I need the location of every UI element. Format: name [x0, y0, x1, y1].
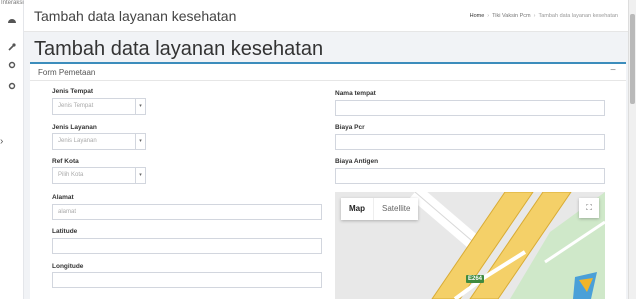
jenis-layanan-label: Jenis Layanan	[52, 124, 97, 131]
jenis-layanan-select[interactable]: Jenis Layanan	[52, 133, 136, 150]
scrollbar[interactable]	[628, 0, 636, 299]
biaya-pcr-input[interactable]	[335, 134, 605, 150]
breadcrumb-home[interactable]: Home	[470, 13, 485, 19]
arrow-icon[interactable]: ›	[0, 136, 3, 147]
ref-kota-label: Ref Kota	[52, 158, 79, 165]
breadcrumb: Home › Tiki Vaksin Pcm › Tambah data layanan…	[470, 13, 618, 19]
satellite-button[interactable]: Satellite	[373, 198, 418, 220]
panel-title: Form Pemetaan	[38, 68, 96, 77]
collapse-button[interactable]: −	[610, 65, 616, 76]
sidebar: Interaksi	[0, 0, 24, 299]
jenis-tempat-label: Jenis Tempat	[52, 88, 94, 95]
biaya-pcr-label: Biaya Pcr	[335, 124, 365, 131]
circle-icon[interactable]	[7, 60, 17, 70]
panel-header: Form Pemetaan −	[30, 64, 626, 81]
top-bar: Tambah data layanan kesehatan Home › Tiki …	[24, 0, 628, 32]
chevron-down-icon[interactable]: ▾	[136, 98, 146, 115]
latitude-input[interactable]	[52, 238, 322, 254]
breadcrumb-separator: ›	[533, 13, 536, 19]
breadcrumb-separator: ›	[487, 13, 490, 19]
alamat-label: Alamat	[52, 194, 74, 201]
dashboard-icon[interactable]	[7, 16, 17, 26]
map-button[interactable]: Map	[341, 198, 373, 220]
nama-tempat-label: Nama tempat	[335, 90, 376, 97]
wrench-icon[interactable]	[7, 42, 17, 52]
road-label: E264	[466, 275, 485, 283]
alamat-input[interactable]: alamat	[52, 204, 322, 220]
scrollbar-thumb[interactable]	[630, 14, 635, 104]
ref-kota-select[interactable]: Pilih Kota	[52, 167, 136, 184]
longitude-input[interactable]	[52, 272, 322, 288]
map-view[interactable]: Map Satellite ⛶ E264	[335, 192, 605, 299]
circle-icon[interactable]	[7, 81, 17, 91]
map-type-control: Map Satellite	[341, 198, 419, 220]
page-title: Tambah data layanan kesehatan	[34, 38, 324, 60]
biaya-antigen-label: Biaya Antigen	[335, 158, 379, 165]
chevron-down-icon[interactable]: ▾	[136, 167, 146, 184]
longitude-label: Longitude	[52, 263, 84, 270]
biaya-antigen-input[interactable]	[335, 168, 605, 184]
breadcrumb-current: Tambah data layanan kesehatan	[538, 13, 618, 19]
nama-tempat-input[interactable]	[335, 100, 605, 116]
sidebar-top-text: Interaksi	[1, 0, 24, 6]
header-title: Tambah data layanan kesehatan	[34, 8, 237, 24]
fullscreen-icon[interactable]: ⛶	[579, 198, 599, 218]
chevron-down-icon[interactable]: ▾	[136, 133, 146, 150]
latitude-label: Latitude	[52, 228, 78, 235]
breadcrumb-section[interactable]: Tiki Vaksin Pcm	[492, 13, 531, 19]
jenis-tempat-select[interactable]: Jenis Tempat	[52, 98, 136, 115]
